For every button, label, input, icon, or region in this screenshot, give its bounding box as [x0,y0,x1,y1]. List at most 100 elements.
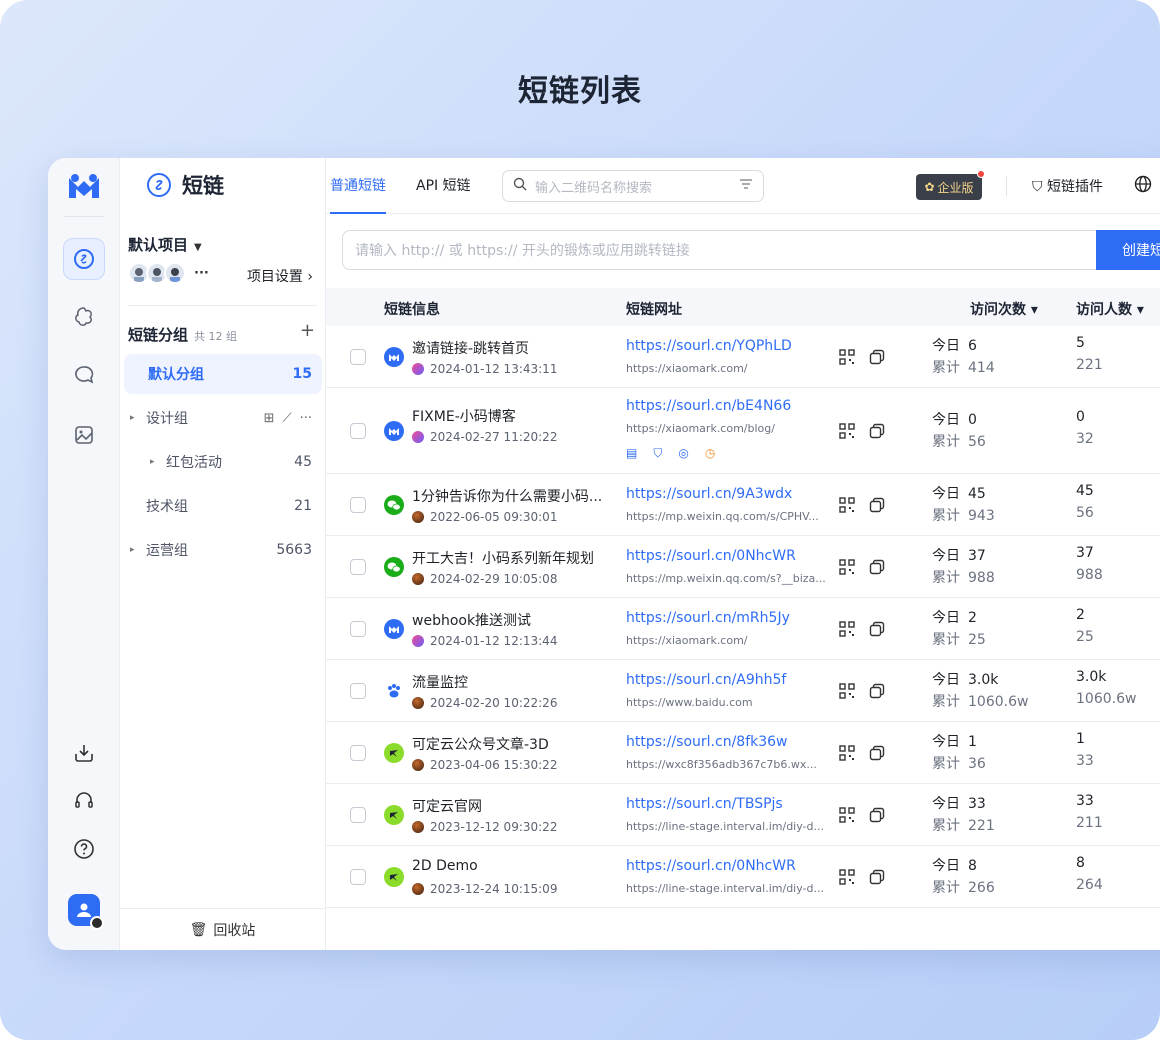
more-members[interactable]: ··· [194,266,209,281]
short-url-link[interactable]: https://sourl.cn/8fk36w [626,734,788,750]
row-checkbox[interactable] [350,869,366,885]
short-url-link[interactable]: https://sourl.cn/YQPhLD [626,338,792,354]
user-avatar[interactable] [68,894,104,930]
qrcode-icon[interactable] [838,558,856,580]
rail-download-button[interactable] [63,732,105,774]
add-group-button[interactable]: + [300,320,315,341]
tab-normal-links[interactable]: 普通短链 [330,158,386,214]
group-item-ops[interactable]: ▸ 运营组 5663 [124,530,322,570]
row-checkbox[interactable] [350,559,366,575]
add-subgroup-icon[interactable]: ⊞ [264,411,275,426]
row-checkbox[interactable] [350,497,366,513]
trash-button[interactable]: 🗑 回收站 [120,908,325,950]
create-short-link-button[interactable]: 创建短链 [1096,230,1160,270]
project-selector[interactable]: 默认项目 ▼ [128,234,202,255]
qrcode-icon[interactable] [838,806,856,828]
group-item-redpacket[interactable]: ▸ 红包活动 45 [124,442,322,482]
rail-image-button[interactable] [63,414,105,456]
qrcode-icon[interactable] [838,422,856,444]
table-row[interactable]: 2D Demo 2023-12-24 10:15:09 https://sourl.… [326,846,1160,908]
shield-icon[interactable]: ⛉ [653,446,662,461]
group-expand-arrow[interactable]: ▸ [150,457,166,467]
group-expand-arrow[interactable]: ▸ [130,545,146,555]
short-url-link[interactable]: https://sourl.cn/0NhcWR [626,548,796,564]
qrcode-icon[interactable] [838,868,856,890]
table-row[interactable]: 1分钟告诉你为什么需要小码... 2022-06-05 09:30:01 https… [326,474,1160,536]
row-checkbox[interactable] [350,349,366,365]
today-visitors: 33 [1076,793,1094,809]
member-avatars[interactable]: ··· [128,262,209,284]
qrcode-icon[interactable] [838,682,856,704]
rail-help-button[interactable] [63,828,105,870]
link-name[interactable]: FIXME-小码博客 [412,406,516,426]
short-url-link[interactable]: https://sourl.cn/0NhcWR [626,858,796,874]
source-kedingyun-icon [384,867,404,887]
more-icon[interactable]: ··· [300,411,312,426]
short-url-link[interactable]: https://sourl.cn/9A3wdx [626,486,792,502]
link-name[interactable]: 可定云官网 [412,796,482,816]
language-globe-icon[interactable] [1134,175,1152,197]
rail-short-link-button[interactable] [63,238,105,280]
copy-icon[interactable] [868,348,886,370]
link-name[interactable]: 邀请链接-跳转首页 [412,338,529,358]
browser-icon[interactable]: ◎ [678,446,688,461]
short-url-link[interactable]: https://sourl.cn/TBSPjs [626,796,783,812]
copy-icon[interactable] [868,868,886,890]
row-checkbox[interactable] [350,423,366,439]
copy-icon[interactable] [868,620,886,642]
qrcode-icon[interactable] [838,496,856,518]
today-visits: 今日 1 [932,734,977,750]
link-created-date: 2024-02-20 10:22:26 [412,696,557,710]
qrcode-icon[interactable] [838,348,856,370]
page-icon[interactable]: ▤ [626,446,637,461]
timer-icon[interactable]: ◷ [705,446,715,461]
enterprise-badge[interactable]: ✿ 企业版 [916,170,985,200]
link-name[interactable]: webhook推送测试 [412,610,531,630]
rail-ai-button[interactable] [63,296,105,338]
table-row[interactable]: FIXME-小码博客 2024-02-27 11:20:22 https://sou… [326,388,1160,474]
copy-icon[interactable] [868,422,886,444]
stats-icon[interactable]: ⟋ [282,411,291,426]
col-visitors[interactable]: 访问人数 ▾ [1076,299,1144,319]
tab-api-links[interactable]: API 短链 [416,158,471,214]
row-checkbox[interactable] [350,683,366,699]
qr-search-input[interactable]: 输入二维码名称搜索 [502,170,764,202]
table-row[interactable]: 可定云公众号文章-3D 2023-04-06 15:30:22 https://so… [326,722,1160,784]
qrcode-icon[interactable] [838,620,856,642]
short-url-link[interactable]: https://sourl.cn/bE4N66 [626,398,791,414]
rail-support-button[interactable] [63,780,105,822]
top-bar: 普通短链 API 短链 输入二维码名称搜索 ✿ 企业版 ⛉ 短链插件 [326,158,1160,214]
copy-icon[interactable] [868,682,886,704]
group-item-default[interactable]: 默认分组 15 [124,354,322,394]
link-name[interactable]: 2D Demo [412,858,478,874]
table-row[interactable]: 开工大吉！小码系列新年规划 2024-02-29 10:05:08 https://… [326,536,1160,598]
table-row[interactable]: webhook推送测试 2024-01-12 12:13:44 https://so… [326,598,1160,660]
app-logo-icon[interactable] [66,172,102,202]
copy-icon[interactable] [868,744,886,766]
row-checkbox[interactable] [350,621,366,637]
table-row[interactable]: 流量监控 2024-02-20 10:22:26 https://sourl.cn/… [326,660,1160,722]
copy-icon[interactable] [868,496,886,518]
link-name[interactable]: 流量监控 [412,672,468,692]
project-settings-link[interactable]: 项目设置 › [247,266,313,286]
long-url-input[interactable]: 请输入 http:// 或 https:// 开头的锻炼或应用跳转链接 [342,230,1102,270]
group-item-tech[interactable]: 技术组 21 [124,486,322,526]
short-url-link[interactable]: https://sourl.cn/A9hh5f [626,672,786,688]
filter-icon[interactable] [739,178,753,194]
copy-icon[interactable] [868,806,886,828]
link-name[interactable]: 1分钟告诉你为什么需要小码... [412,486,602,506]
group-expand-arrow[interactable]: ▸ [130,413,146,423]
row-checkbox[interactable] [350,745,366,761]
table-row[interactable]: 邀请链接-跳转首页 2024-01-12 13:43:11 https://sour… [326,326,1160,388]
group-item-design[interactable]: ▸ 设计组 ⊞ ⟋ ··· [124,398,322,438]
row-checkbox[interactable] [350,807,366,823]
table-row[interactable]: 可定云官网 2023-12-12 09:30:22 https://sourl.cn… [326,784,1160,846]
col-visits[interactable]: 访问次数 ▾ [970,299,1038,319]
copy-icon[interactable] [868,558,886,580]
link-name[interactable]: 开工大吉！小码系列新年规划 [412,548,594,568]
qrcode-icon[interactable] [838,744,856,766]
short-url-link[interactable]: https://sourl.cn/mRh5Jy [626,610,790,626]
rail-chat-button[interactable] [63,354,105,396]
plugin-link[interactable]: ⛉ 短链插件 [1032,176,1103,196]
link-name[interactable]: 可定云公众号文章-3D [412,734,549,754]
